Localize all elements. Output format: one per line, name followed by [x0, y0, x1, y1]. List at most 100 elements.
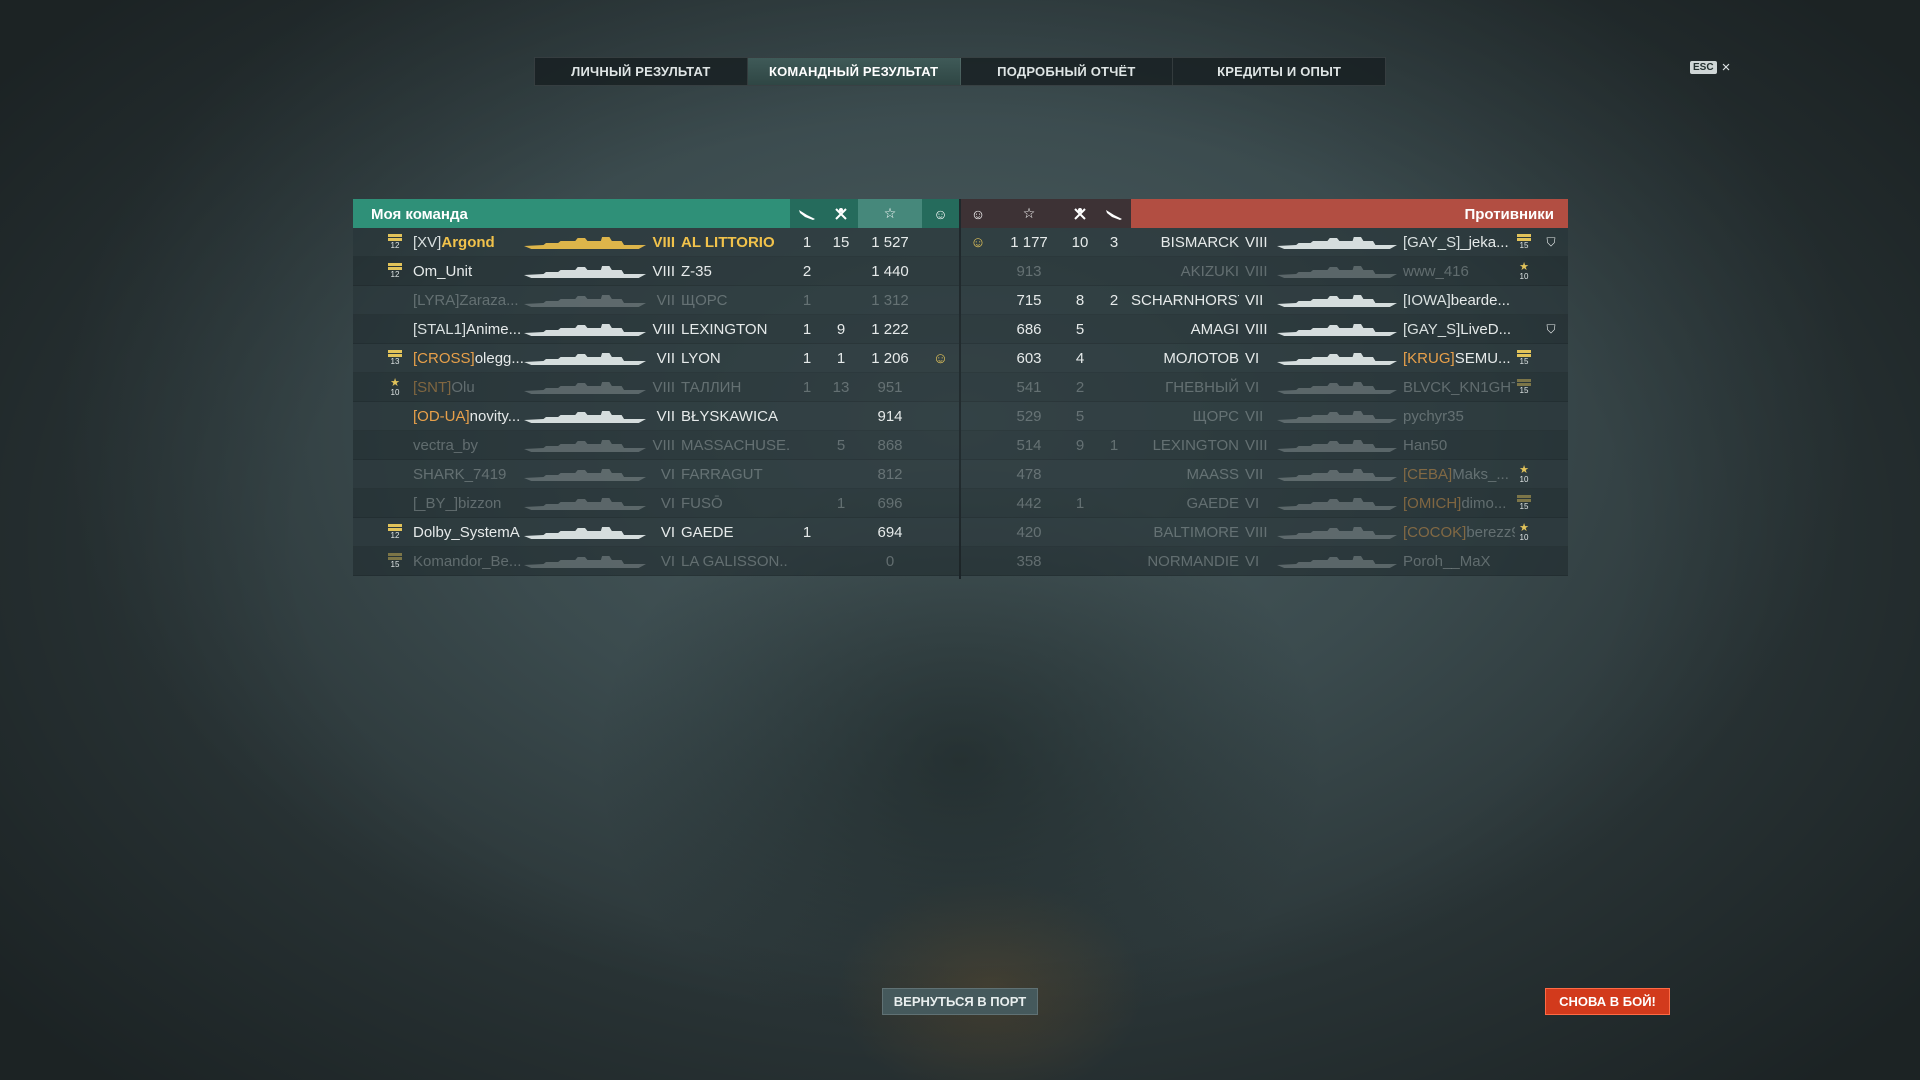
table-row[interactable]: 12 Dolby_SystemA VI GAEDE 1 694 [353, 518, 959, 547]
player-nickname: SHARK_7419 [413, 466, 507, 483]
rank-level: 10 [390, 388, 400, 397]
close-button[interactable]: ESC × [1690, 60, 1730, 75]
ship-silhouette-icon [524, 264, 646, 279]
rank-badge-icon: ★ 10 [387, 378, 403, 398]
rank-chevron-icon [1517, 495, 1531, 498]
battle-again-button[interactable]: СНОВА В БОЙ! [1545, 988, 1670, 1015]
planes-destroyed [790, 460, 824, 489]
table-row[interactable]: [_BY_]bizzon VI FUSŌ 1 696 [353, 489, 959, 518]
planes-destroyed: 1 [802, 379, 812, 396]
base-experience: 951 [877, 379, 903, 396]
clan-tag: [KRUG] [1403, 350, 1455, 367]
result-tabs: ЛИЧНЫЙ РЕЗУЛЬТАТ КОМАНДНЫЙ РЕЗУЛЬТАТ ПОД… [534, 57, 1386, 86]
player-nickname: Olu [451, 379, 475, 396]
base-experience: 442 [1016, 495, 1042, 512]
ship-name: BALTIMORE [1153, 524, 1239, 541]
survived-icon[interactable]: ☺ [922, 199, 959, 228]
planes-destroyed: 1 [802, 292, 812, 309]
table-row[interactable]: [LYRA]Zaraza... VII ЩОРС 1 1 312 [353, 286, 959, 315]
ship-silhouette-icon [1277, 264, 1397, 279]
ship-silhouette-icon [524, 525, 646, 540]
player-nickname: Dolby_SystemA [413, 524, 520, 541]
rank-level: 10 [1519, 533, 1529, 542]
table-row[interactable]: 15 Komandor_Be... VI LA GALISSON... 0 [353, 547, 959, 576]
rank-chevron-icon [388, 263, 402, 266]
ship-tier: VIII [652, 263, 675, 280]
survived-icon: ☺ [970, 234, 986, 251]
ship-name: GAEDE [1186, 495, 1239, 512]
plane-kills-icon[interactable] [790, 199, 824, 228]
table-row[interactable]: 541 2 ГНЕВНЫЙ VI BLVCK_KN1GHT 15 [961, 373, 1568, 402]
ships-destroyed [1063, 460, 1097, 489]
rank-badge-icon: 12 [387, 523, 403, 543]
ship-silhouette-icon [524, 438, 646, 453]
ship-silhouette-icon [1277, 351, 1397, 366]
ships-destroyed: 13 [832, 379, 850, 396]
rank-chevron-icon [388, 234, 402, 237]
table-row[interactable]: 715 8 2 SCHARNHORST VII [IOWA]bearde... [961, 286, 1568, 315]
rank-chevron-icon [388, 350, 402, 353]
planes-destroyed: 3 [1109, 234, 1119, 251]
survived-icon[interactable]: ☺ [961, 199, 995, 228]
table-row[interactable]: SHARK_7419 VI FARRAGUT 812 [353, 460, 959, 489]
rank-star-icon: ★ [390, 377, 400, 389]
rank-badge-icon: 15 [1516, 494, 1532, 514]
table-row[interactable]: [STAL1]Anime... VIII LEXINGTON 1 9 1 222 [353, 315, 959, 344]
planes-destroyed [1097, 257, 1131, 286]
experience-star-icon[interactable]: ☆ [858, 199, 922, 228]
table-row[interactable]: 442 1 GAEDE VI [OMICH]dimo... 15 [961, 489, 1568, 518]
rank-chevron-icon [388, 553, 402, 556]
ship-tier: VIII [1245, 437, 1268, 454]
table-row[interactable]: 13 [CROSS]olegg... VII LYON 1 1 1 206 ☺ [353, 344, 959, 373]
table-row[interactable]: 603 4 МОЛОТОВ VI [KRUG]SEMU... 15 [961, 344, 1568, 373]
experience-star-icon[interactable]: ☆ [995, 199, 1063, 228]
ship-tier: VIII [652, 437, 675, 454]
player-name: [GAY_S]_jeka... [1403, 228, 1515, 257]
ships-destroyed [824, 257, 858, 286]
ship-kills-icon[interactable] [824, 199, 858, 228]
table-row[interactable]: 686 5 AMAGI VIII [GAY_S]LiveD... ⛉ [961, 315, 1568, 344]
plane-kills-icon[interactable] [1097, 199, 1131, 228]
table-row[interactable]: 358 NORMANDIE VI Poroh__MaX [961, 547, 1568, 576]
table-row[interactable]: ★ 10 [SNT]Olu VIII ТАЛЛИН 1 13 951 [353, 373, 959, 402]
player-nickname: Zaraza... [459, 292, 519, 309]
tab-credits-exp[interactable]: КРЕДИТЫ И ОПЫТ [1173, 58, 1385, 85]
table-row[interactable]: 913 AKIZUKI VIII www_416 ★ 10 [961, 257, 1568, 286]
table-row[interactable]: 420 BALTIMORE VIII [COCOK]berezz9 ★ 10 [961, 518, 1568, 547]
player-name: [CROSS]olegg... [413, 344, 525, 373]
table-row[interactable]: 12 [XV]Argond VIII AL LITTORIO 1 15 1 527 [353, 228, 959, 257]
shield-badge-icon: ⛉ [1546, 235, 1556, 249]
player-name: pychyr35 [1403, 402, 1515, 431]
enemy-team-header: ☺ ☆ Противники [961, 199, 1568, 228]
ship-tier: VIII [1245, 263, 1268, 280]
player-nickname: dimo... [1461, 495, 1507, 512]
ships-destroyed: 15 [832, 234, 850, 251]
planes-destroyed [1097, 489, 1131, 518]
ship-tier: VI [1245, 350, 1260, 367]
planes-destroyed [1097, 518, 1131, 547]
return-to-port-button[interactable]: ВЕРНУТЬСЯ В ПОРТ [882, 988, 1038, 1015]
tab-personal-result[interactable]: ЛИЧНЫЙ РЕЗУЛЬТАТ [535, 58, 748, 85]
table-row[interactable]: vectra_by VIII MASSACHUSE... 5 868 [353, 431, 959, 460]
ship-tier: VI [1245, 379, 1260, 396]
table-row[interactable]: ☺ 1 177 10 3 BISMARCK VIII [GAY_S]_jeka... 15 ⛉ [961, 228, 1568, 257]
player-nickname: _jeka... [1460, 234, 1509, 251]
table-row[interactable]: 529 5 ЩОРС VII pychyr35 [961, 402, 1568, 431]
table-row[interactable]: 514 9 1 LEXINGTON VIII Han50 [961, 431, 1568, 460]
rank-level: 15 [1519, 386, 1529, 395]
base-experience: 715 [1016, 292, 1042, 309]
base-experience: 529 [1016, 408, 1042, 425]
table-row[interactable]: [OD-UA]novity... VII BŁYSKAWICA 914 [353, 402, 959, 431]
player-name: [XV]Argond [413, 228, 525, 257]
table-row[interactable]: 12 Om_Unit VIII Z-35 2 1 440 [353, 257, 959, 286]
ship-silhouette-icon [1277, 525, 1397, 540]
base-experience: 1 312 [871, 292, 909, 309]
table-row[interactable]: 478 MAASS VII [CEBA]Maks_... ★ 10 [961, 460, 1568, 489]
player-nickname: LiveD... [1460, 321, 1512, 338]
planes-destroyed: 1 [802, 234, 812, 251]
rank-chevron-icon [1517, 350, 1531, 353]
ship-kills-icon[interactable] [1063, 199, 1097, 228]
tab-team-result[interactable]: КОМАНДНЫЙ РЕЗУЛЬТАТ [747, 58, 961, 85]
close-icon: × [1721, 59, 1731, 76]
tab-detailed-report[interactable]: ПОДРОБНЫЙ ОТЧЁТ [961, 58, 1174, 85]
